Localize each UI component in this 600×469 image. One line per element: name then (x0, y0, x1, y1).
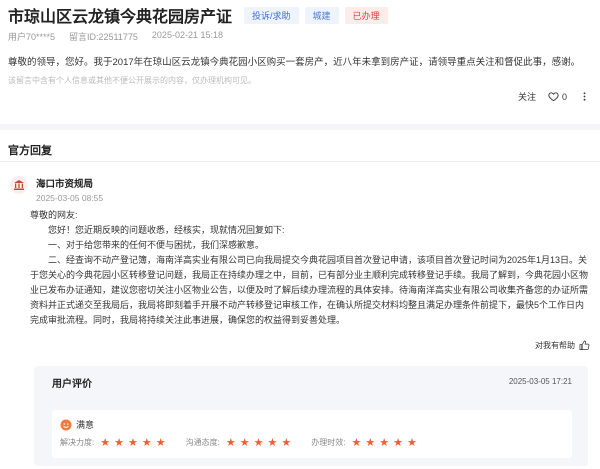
reply-org-name: 海口市资规局 (36, 179, 94, 190)
star-icon: ★ (239, 437, 250, 449)
star-rating: ★ ★ ★ ★ ★ (226, 436, 291, 449)
satisfaction-row: 满意 (60, 418, 94, 431)
privacy-hint: 该留言中含有个人信息或其他不便公开展示的内容，仅办理机构可见。 (8, 76, 256, 85)
more-icon (583, 92, 586, 101)
status-badge: 已办理 (344, 6, 388, 24)
thumbs-up-icon (579, 340, 590, 350)
star-icon: ★ (100, 437, 111, 449)
star-icon: ★ (141, 437, 152, 449)
domain-tag: 城建 (304, 6, 339, 24)
reply-paragraph-3: 二、经查询不动产登记簿，海南洋高实业有限公司已向我局提交今典花园项目首次登记申请… (30, 255, 589, 325)
rating-timeliness: 办理时效: ★ ★ ★ ★ ★ (311, 436, 417, 449)
reply-header: 海口市资规局 2025-03-05 08:55 (10, 176, 103, 203)
rating-resolution: 解决力度: ★ ★ ★ ★ ★ (60, 436, 166, 449)
star-icon: ★ (225, 437, 236, 449)
star-icon: ★ (267, 437, 278, 449)
star-rating: ★ ★ ★ ★ ★ (351, 436, 416, 449)
star-icon: ★ (379, 437, 390, 449)
reply-paragraph-2: 一、对于给您带来的任何不便与困扰，我们深感歉意。 (48, 240, 265, 250)
title-row: 市琼山区云龙镇今典花园房产证 投诉/求助 城建 已办理 (8, 4, 592, 26)
user-id: 用户70****5 (8, 32, 56, 42)
rating-row: 解决力度: ★ ★ ★ ★ ★ 沟通态度: ★ ★ ★ ★ ★ 办理时效: ★ ★ ★ ★ ★ (60, 436, 417, 449)
reply-greeting: 尊敬的网友: (30, 210, 78, 220)
smiley-icon (60, 419, 72, 430)
category-tag: 投诉/求助 (244, 6, 299, 24)
page-title: 市琼山区云龙镇今典花园房产证 (8, 9, 233, 26)
evaluation-title: 用户评价 (52, 379, 92, 390)
star-icon: ★ (155, 437, 166, 449)
helpful-button[interactable]: 对我有帮助 (535, 340, 590, 351)
follow-button[interactable]: 关注 (518, 90, 536, 103)
meta-row: 用户70****5 留言ID:22511775 2025-02-21 15:18 (8, 30, 223, 43)
message-id: 留言ID:22511775 (69, 32, 138, 42)
satisfaction-label: 满意 (76, 420, 95, 430)
user-evaluation-card: 用户评价 2025-03-05 17:21 满意 解决力度: ★ ★ ★ ★ ★ 沟通态… (34, 366, 588, 466)
like-count: 0 (561, 91, 567, 102)
evaluation-date: 2025-03-05 17:21 (508, 377, 572, 386)
star-icon: ★ (114, 437, 124, 449)
message-content: 尊敬的领导，您好。我于2017年在琼山区云龙镇今典花园小区购买一套房产，近八年未… (8, 57, 581, 68)
rating-attitude: 沟通态度: ★ ★ ★ ★ ★ (186, 436, 292, 449)
government-building-icon (14, 180, 24, 190)
star-icon: ★ (365, 437, 376, 449)
reply-body: 尊敬的网友: 您好！您近期反映的问题收悉，经核实，现就情况回复如下: 一、对于给… (30, 208, 588, 328)
rating-label: 办理时效: (311, 438, 346, 447)
reply-date: 2025-03-05 08:55 (36, 193, 104, 203)
follow-label: 关注 (517, 92, 536, 102)
star-icon: ★ (393, 437, 403, 449)
star-icon: ★ (406, 437, 417, 449)
section-divider (0, 124, 600, 130)
org-avatar (10, 176, 28, 194)
star-icon: ★ (351, 437, 362, 449)
helpful-label: 对我有帮助 (535, 341, 575, 350)
section-line (0, 161, 600, 162)
more-button[interactable] (579, 91, 590, 102)
rating-label: 沟通态度: (185, 438, 220, 447)
evaluation-detail: 满意 解决力度: ★ ★ ★ ★ ★ 沟通态度: ★ ★ ★ ★ ★ 办理时效: ★ ★ ★ ★ ★ (52, 410, 572, 458)
official-reply-title: 官方回复 (8, 145, 52, 157)
star-icon: ★ (253, 437, 264, 449)
star-icon: ★ (281, 437, 292, 449)
message-datetime: 2025-02-21 15:18 (151, 30, 223, 40)
reply-paragraph-1: 您好！您近期反映的问题收悉，经核实，现就情况回复如下: (48, 225, 285, 235)
like-button[interactable]: 0 (548, 91, 567, 102)
message-actions: 关注 0 (518, 90, 590, 103)
heart-icon (548, 92, 559, 102)
star-rating: ★ ★ ★ ★ ★ (100, 436, 165, 449)
rating-label: 解决力度: (60, 438, 95, 447)
star-icon: ★ (127, 437, 138, 449)
